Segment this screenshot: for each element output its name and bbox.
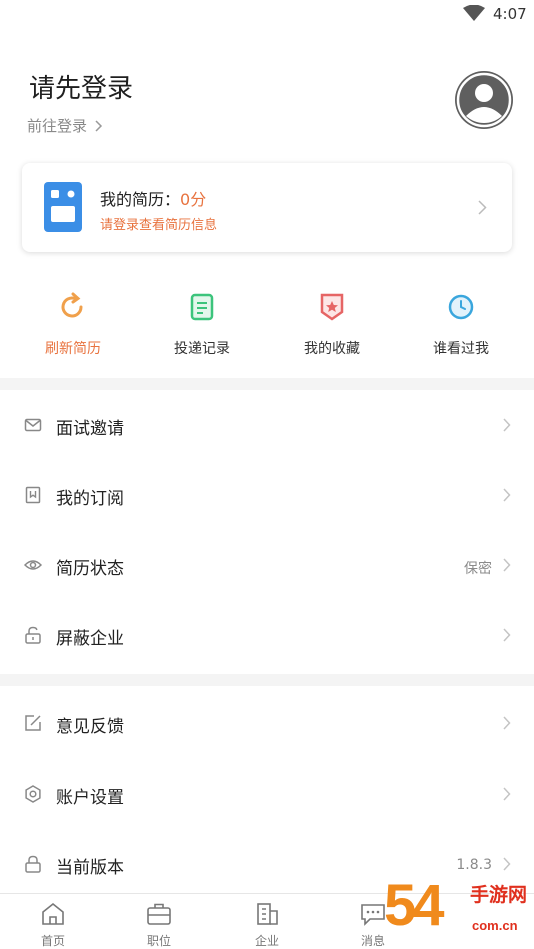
status-time: 4:07 xyxy=(493,5,527,23)
menu-label: 屏蔽企业 xyxy=(56,629,124,649)
login-link-label: 前往登录 xyxy=(27,117,88,135)
clock-icon xyxy=(448,294,474,320)
shortcut-label: 我的收藏 xyxy=(304,341,360,357)
menu-label: 我的订阅 xyxy=(56,489,124,509)
menu-label: 面试邀请 xyxy=(56,419,124,439)
building-icon xyxy=(257,903,278,925)
status-bar: 4:07 xyxy=(0,0,534,30)
chevron-right-icon xyxy=(503,716,511,730)
shortcut-delivery-records[interactable]: 投递记录 xyxy=(142,292,262,358)
shortcut-my-favorites[interactable]: 我的收藏 xyxy=(272,292,392,358)
watermark-url: com.cn xyxy=(472,918,518,933)
tab-label: 企业 xyxy=(254,934,279,948)
shortcut-label: 谁看过我 xyxy=(433,341,489,357)
menu-item-account-settings[interactable]: 账户设置 xyxy=(0,759,534,829)
login-link[interactable]: 前往登录 xyxy=(27,115,103,136)
menu-item-resume-status[interactable]: 简历状态 保密 xyxy=(0,530,534,600)
watermark-logo: 54 手游网 com.cn xyxy=(384,872,534,949)
tab-companies[interactable]: 企业 xyxy=(237,902,297,949)
watermark-text: 手游网 xyxy=(470,884,528,906)
bookmark-icon xyxy=(25,486,41,504)
unlock-icon xyxy=(25,626,41,644)
message-icon xyxy=(361,904,385,926)
menu-label: 简历状态 xyxy=(56,559,124,579)
avatar-placeholder-icon[interactable] xyxy=(454,70,514,130)
chevron-right-icon xyxy=(503,628,511,642)
refresh-icon xyxy=(61,292,83,318)
tab-label: 首页 xyxy=(40,934,65,948)
tab-label: 职位 xyxy=(146,934,171,948)
section-divider xyxy=(0,378,534,390)
resume-title: 我的简历：0分 xyxy=(100,186,206,210)
page-title: 请先登录 xyxy=(29,74,134,104)
menu-item-my-subscriptions[interactable]: 我的订阅 xyxy=(0,460,534,530)
chevron-right-icon xyxy=(503,787,511,801)
eye-icon xyxy=(24,560,42,570)
mail-icon xyxy=(24,418,42,432)
menu-label: 账户设置 xyxy=(56,788,124,808)
chevron-right-icon xyxy=(503,558,511,572)
resume-card[interactable]: 我的简历：0分 请登录查看简历信息 xyxy=(22,163,512,252)
version-value: 1.8.3 xyxy=(456,857,492,873)
menu-item-feedback[interactable]: 意见反馈 xyxy=(0,688,534,758)
briefcase-icon xyxy=(147,903,171,925)
menu-label: 当前版本 xyxy=(56,858,124,878)
shortcut-label: 刷新简历 xyxy=(45,341,101,357)
shortcut-label: 投递记录 xyxy=(174,341,230,357)
settings-icon xyxy=(25,785,41,803)
wifi-icon xyxy=(463,5,485,21)
document-list-icon xyxy=(190,293,214,321)
resume-title-label: 我的简历： xyxy=(100,190,181,209)
tab-jobs[interactable]: 职位 xyxy=(129,902,189,949)
tab-home[interactable]: 首页 xyxy=(23,902,83,949)
resume-score: 0分 xyxy=(180,190,207,209)
shortcut-who-viewed-me[interactable]: 谁看过我 xyxy=(401,292,521,358)
chevron-right-icon xyxy=(478,200,487,215)
shortcut-row: 刷新简历 投递记录 我的收藏 谁看过我 xyxy=(0,292,534,362)
watermark-number: 54 xyxy=(384,873,444,938)
resume-status-value: 保密 xyxy=(464,561,492,577)
menu-item-blocked-companies[interactable]: 屏蔽企业 xyxy=(0,600,534,670)
menu-label: 意见反馈 xyxy=(56,717,124,737)
chevron-right-icon xyxy=(503,857,511,871)
home-icon xyxy=(42,902,64,925)
shortcut-refresh-resume[interactable]: 刷新简历 xyxy=(13,292,133,358)
menu-item-interview-invites[interactable]: 面试邀请 xyxy=(0,390,534,460)
star-shield-icon xyxy=(320,293,344,321)
chevron-right-icon xyxy=(503,488,511,502)
resume-subtitle: 请登录查看简历信息 xyxy=(100,218,218,233)
lock-icon xyxy=(25,855,41,873)
chevron-right-icon xyxy=(503,418,511,432)
resume-icon xyxy=(44,182,82,232)
chevron-right-icon xyxy=(95,119,103,132)
edit-icon xyxy=(25,715,41,731)
section-divider xyxy=(0,674,534,686)
